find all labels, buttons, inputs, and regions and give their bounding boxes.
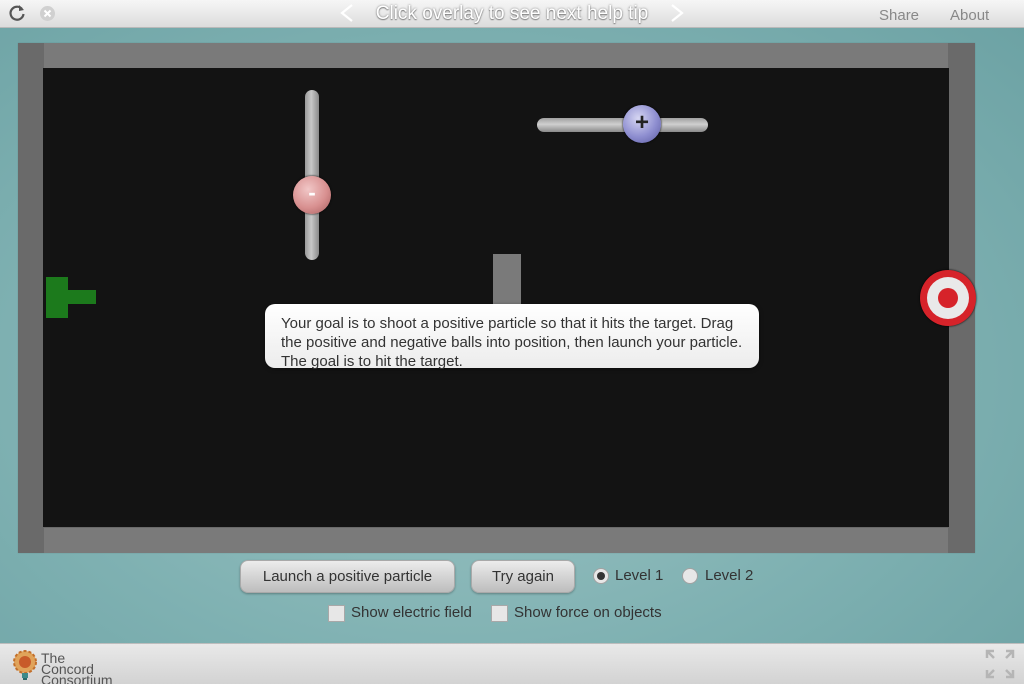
- bottom-bar: The Concord Consortium: [0, 643, 1024, 684]
- frame-band: [44, 528, 948, 553]
- radio-selected-dot: [597, 572, 605, 580]
- particle-launcher: [46, 277, 68, 318]
- help-tip-prompt[interactable]: Click overlay to see next help tip: [360, 3, 664, 25]
- concord-logo[interactable]: The Concord Consortium: [10, 647, 120, 684]
- help-tip-nav: Click overlay to see next help tip: [336, 0, 688, 27]
- fullscreen-icon[interactable]: [984, 648, 1016, 680]
- concord-logo-text: The Concord Consortium: [41, 651, 120, 684]
- share-link[interactable]: Share: [879, 7, 919, 24]
- launch-particle-button[interactable]: Launch a positive particle: [240, 560, 455, 593]
- show-electric-field-checkbox[interactable]: [328, 605, 345, 622]
- reload-icon[interactable]: [7, 3, 27, 23]
- concord-logo-icon: [10, 649, 40, 681]
- negative-charge-ball[interactable]: -: [293, 176, 331, 214]
- about-link[interactable]: About: [950, 7, 989, 24]
- level-2-radio[interactable]: [682, 568, 698, 584]
- positive-charge-ball[interactable]: +: [623, 105, 661, 143]
- target-bullseye: [938, 288, 958, 308]
- chevron-right-icon[interactable]: [666, 2, 688, 24]
- show-force-label[interactable]: Show force on objects: [514, 604, 662, 621]
- level-1-radio[interactable]: [593, 568, 609, 584]
- negative-ball-track[interactable]: [305, 90, 319, 260]
- level-2-label[interactable]: Level 2: [705, 567, 753, 584]
- level-1-label[interactable]: Level 1: [615, 567, 663, 584]
- try-again-button[interactable]: Try again: [471, 560, 575, 593]
- close-icon[interactable]: [40, 6, 55, 21]
- top-bar: Click overlay to see next help tip Share…: [0, 0, 1024, 28]
- show-force-checkbox[interactable]: [491, 605, 508, 622]
- show-electric-field-label[interactable]: Show electric field: [351, 604, 472, 621]
- launcher-barrel: [68, 290, 96, 304]
- help-tooltip[interactable]: Your goal is to shoot a positive particl…: [265, 304, 759, 370]
- chevron-left-icon[interactable]: [336, 2, 358, 24]
- logo-line-2: Consortium: [41, 672, 113, 684]
- simulation-field[interactable]: - +: [43, 68, 976, 527]
- frame-band: [44, 43, 948, 68]
